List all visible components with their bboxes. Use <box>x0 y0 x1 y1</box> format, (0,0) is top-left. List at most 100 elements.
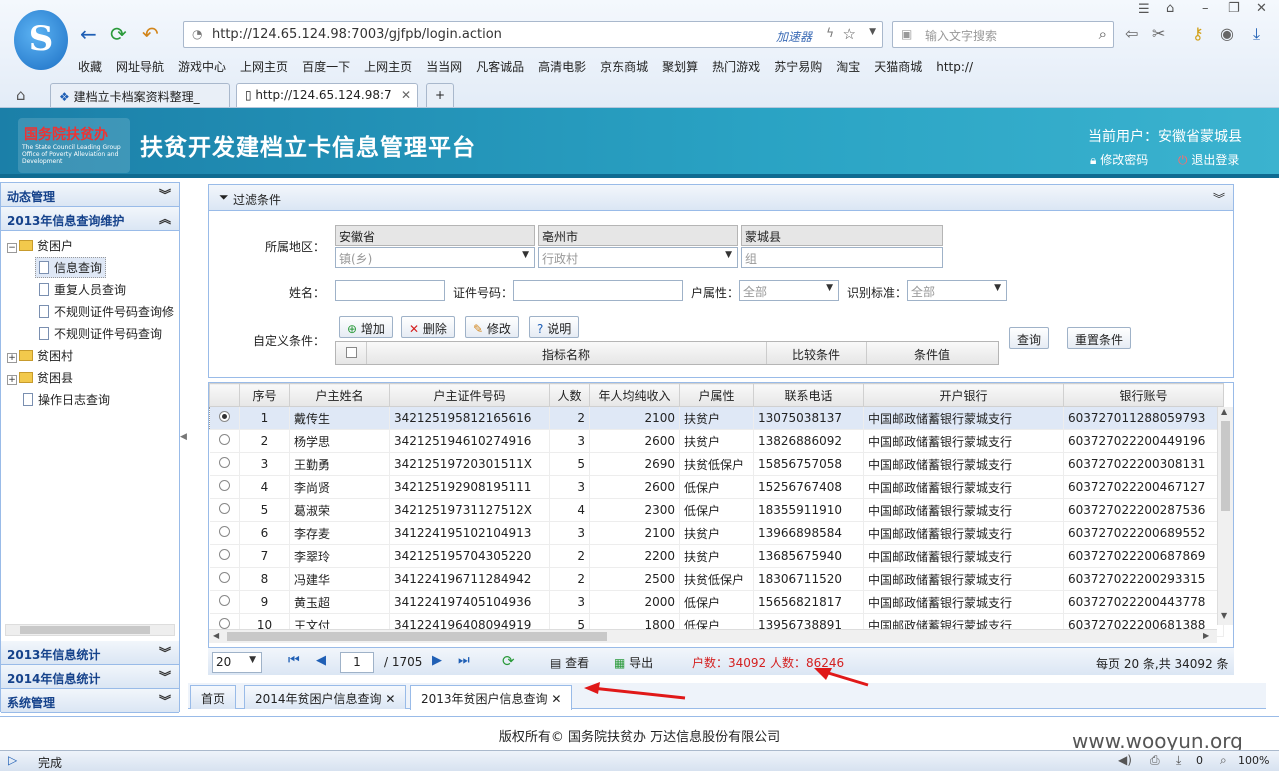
scroll-thumb[interactable] <box>1221 421 1230 511</box>
collapse-sidebar-icon[interactable]: ◀ <box>180 432 187 462</box>
table-row[interactable]: 3 王勤勇 34212519720301511X 5 2690 扶贫低保户 15856757… <box>209 452 1224 476</box>
tree-poor-village[interactable]: + 贫困村 <box>7 347 73 364</box>
star-icon[interactable]: ☆ <box>843 25 856 43</box>
bookmark-item[interactable]: 游戏中心 <box>178 58 226 75</box>
tree-item-irregular-id-edit[interactable]: 不规则证件号码查询修 <box>39 303 174 320</box>
row-radio[interactable] <box>218 526 230 537</box>
town-select[interactable]: 镇(乡) ▼ <box>335 247 535 268</box>
bookmark-item[interactable]: 淘宝 <box>836 58 860 75</box>
browser-tab-1[interactable]: ❖ 建档立卡档案资料整理_ <box>50 83 230 107</box>
browser-logo[interactable]: S <box>14 10 68 70</box>
sidebar-toggle-icon[interactable]: ▷ <box>8 753 17 767</box>
row-radio-cell[interactable] <box>209 567 240 591</box>
column-header[interactable]: 户属性 <box>679 383 754 407</box>
bookmark-item[interactable]: 收藏 <box>78 58 102 75</box>
volume-icon[interactable]: ◀) <box>1118 753 1132 767</box>
chat-icon[interactable]: ◉ <box>1220 24 1234 43</box>
collapse-icon[interactable]: − <box>7 243 17 253</box>
page-input[interactable]: 1 <box>340 652 374 673</box>
close-icon[interactable]: ✕ <box>551 692 561 706</box>
bookmark-item[interactable]: 京东商城 <box>600 58 648 75</box>
row-radio-cell[interactable] <box>209 452 240 476</box>
chevron-down-icon[interactable]: ︾ <box>159 692 171 709</box>
bookmark-item[interactable]: 高清电影 <box>538 58 586 75</box>
bookmark-item[interactable]: 百度一下 <box>302 58 350 75</box>
tree-item-log-query[interactable]: 操作日志查询 <box>23 391 110 408</box>
tab-2014-query[interactable]: 2014年贫困户信息查询 ✕ <box>244 685 407 709</box>
undo-icon[interactable]: ↶ <box>142 22 159 46</box>
column-header[interactable]: 人数 <box>549 383 590 407</box>
column-header[interactable]: 联系电话 <box>753 383 864 407</box>
scissors-icon[interactable]: ✂ <box>1152 24 1165 43</box>
sidebar-section-2013-query[interactable]: 2013年信息查询维护 ︽ <box>1 207 179 231</box>
skin-icon[interactable]: ⌂ <box>1166 1 1174 16</box>
row-radio[interactable] <box>219 411 230 422</box>
row-radio[interactable] <box>218 595 230 606</box>
row-radio-cell[interactable] <box>209 521 240 545</box>
row-radio[interactable] <box>218 480 230 491</box>
table-row[interactable]: 5 葛淑荣 34212519731127512X 4 2300 低保户 1835591191… <box>209 498 1224 522</box>
change-password-link[interactable]: 🔒︎ 修改密码 <box>1090 151 1148 168</box>
reset-button[interactable]: 重置条件 <box>1067 327 1132 349</box>
address-bar[interactable]: ◔ http://124.65.124.98:7003/gjfpb/login.… <box>183 21 883 48</box>
row-radio[interactable] <box>218 618 230 629</box>
name-input[interactable] <box>335 280 445 301</box>
scroll-right-icon[interactable]: ▶ <box>1203 631 1209 640</box>
row-radio[interactable] <box>218 549 230 560</box>
select-all-checkbox[interactable] <box>346 347 357 358</box>
table-row[interactable]: 4 李尚贤 342125192908195111 3 2600 低保户 1525676740… <box>209 475 1224 499</box>
key-icon[interactable]: ⚷ <box>1192 24 1204 43</box>
column-header[interactable]: 户主姓名 <box>289 383 390 407</box>
column-header[interactable]: 银行账号 <box>1063 383 1224 407</box>
column-header[interactable]: 开户银行 <box>863 383 1064 407</box>
home-icon[interactable]: ⌂ <box>16 86 26 104</box>
printer-icon[interactable]: ⎙ <box>1150 753 1160 768</box>
prev-page-icon[interactable]: ◀ <box>316 653 326 668</box>
group-input[interactable]: 组 <box>741 247 943 268</box>
table-row[interactable]: 1 戴传生 342125195812165616 2 2100 扶贫户 1307503813… <box>209 406 1224 430</box>
row-radio[interactable] <box>218 572 230 583</box>
bookmark-item[interactable]: http:// <box>936 60 973 74</box>
scroll-thumb[interactable] <box>20 626 150 634</box>
household-attr-select[interactable]: 全部 ▼ <box>739 280 839 301</box>
scroll-down-icon[interactable]: ▼ <box>1221 611 1227 620</box>
id-input[interactable] <box>513 280 683 301</box>
column-header[interactable]: 序号 <box>239 383 290 407</box>
page-size-select[interactable]: 20 ▼ <box>212 652 262 673</box>
tree-item-irregular-id-query[interactable]: 不规则证件号码查询 <box>39 325 162 342</box>
row-radio-cell[interactable] <box>209 498 240 522</box>
add-button[interactable]: ⊕ 增加 <box>339 316 393 338</box>
bookmark-item[interactable]: 天猫商城 <box>874 58 922 75</box>
scroll-thumb[interactable] <box>227 632 607 641</box>
search-icon[interactable]: ⌕ <box>1099 25 1107 43</box>
sidebar-section-system[interactable]: 系统管理 ︾ <box>1 689 179 713</box>
collapse-filter-icon[interactable]: ︾ <box>1213 190 1225 207</box>
grid-hscrollbar[interactable]: ◀ ▶ <box>209 629 1217 643</box>
expand-icon[interactable]: + <box>7 353 17 363</box>
search-box[interactable]: ▣ 输入文字搜索 ⌕ <box>892 21 1114 48</box>
bookmark-item[interactable]: 苏宁易购 <box>774 58 822 75</box>
table-row[interactable]: 8 冯建华 341224196711284942 2 2500 扶贫低保户 18306711… <box>209 567 1224 591</box>
maximize-icon[interactable]: ❐ <box>1228 1 1240 16</box>
tree-item-duplicate-query[interactable]: 重复人员查询 <box>39 281 126 298</box>
minimize-icon[interactable]: – <box>1202 1 1209 16</box>
sidebar-hscrollbar[interactable] <box>5 624 175 636</box>
first-page-icon[interactable]: ⏮ <box>288 653 300 668</box>
query-button[interactable]: 查询 <box>1009 327 1050 349</box>
edit-button[interactable]: ✎ 修改 <box>465 316 519 338</box>
tree-poor-county[interactable]: + 贫困县 <box>7 369 73 386</box>
refresh-icon[interactable]: ⟳ <box>502 652 515 670</box>
chevron-up-icon[interactable]: ︽ <box>159 210 171 227</box>
row-radio[interactable] <box>218 434 230 445</box>
row-radio-cell[interactable] <box>209 544 240 568</box>
bookmark-item[interactable]: 聚划算 <box>662 58 698 75</box>
chevron-down-icon[interactable]: ︾ <box>159 644 171 661</box>
row-radio[interactable] <box>218 503 230 514</box>
row-radio-cell[interactable] <box>209 429 240 453</box>
table-row[interactable]: 6 李存麦 341224195102104913 3 2100 扶贫户 1396689858… <box>209 521 1224 545</box>
toolbar-icon-1[interactable]: ⇦ <box>1125 24 1138 43</box>
row-radio-cell[interactable] <box>209 590 240 614</box>
zoom-icon[interactable]: ⌕ <box>1220 753 1227 768</box>
bookmark-item[interactable]: 上网主页 <box>364 58 412 75</box>
tab-2013-query[interactable]: 2013年贫困户信息查询 ✕ <box>410 685 573 710</box>
